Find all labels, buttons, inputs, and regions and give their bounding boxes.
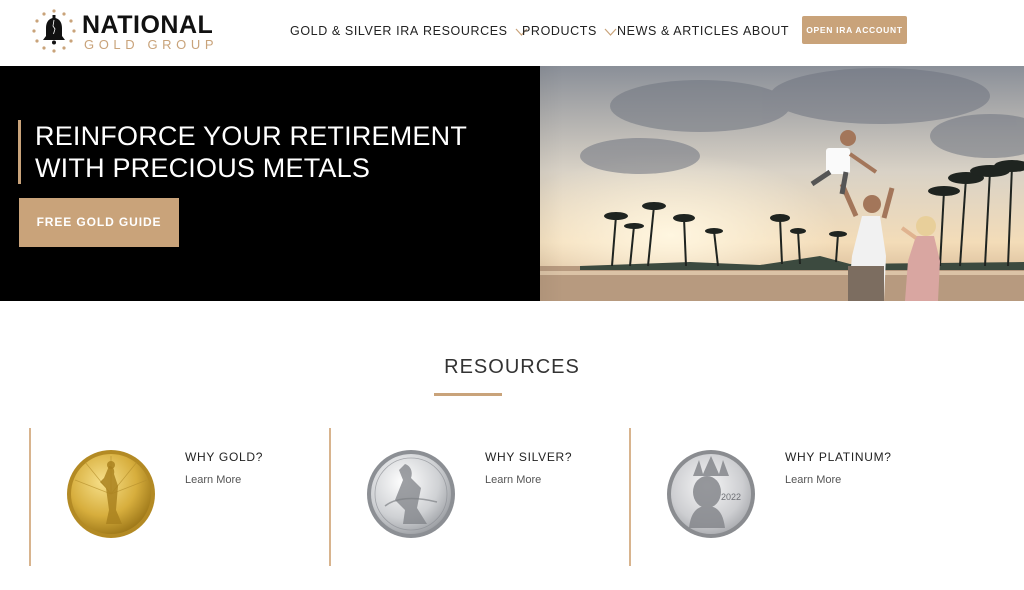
nav-item-label: PRODUCTS (522, 24, 597, 38)
learn-more-link[interactable]: Learn More (485, 474, 541, 486)
nav-item-about[interactable]: ABOUT (743, 24, 789, 38)
card-title: WHY GOLD? (185, 450, 264, 464)
nav-item-label: GOLD & SILVER IRA (290, 24, 419, 38)
coin-year: 2022 (721, 492, 741, 502)
resource-card-gold: WHY GOLD? Learn More (29, 428, 319, 566)
card-accent-bar (629, 428, 631, 566)
nav-item-label: RESOURCES (423, 24, 508, 38)
hero-title-line-1: REINFORCE YOUR RETIREMENT (35, 121, 468, 151)
resources-heading: RESOURCES (444, 356, 580, 378)
main-nav: GOLD & SILVER IRA RESOURCES PRODUCTS NEW… (0, 0, 1024, 66)
nav-item-resources[interactable]: RESOURCES (423, 24, 528, 38)
nav-item-gold-silver-ira[interactable]: GOLD & SILVER IRA (290, 24, 419, 38)
learn-more-link[interactable]: Learn More (185, 474, 241, 486)
hero-title-line-2: WITH PRECIOUS METALS (35, 153, 371, 183)
nav-item-label: NEWS & ARTICLES (617, 24, 739, 38)
resource-card-silver: WHY SILVER? Learn More (329, 428, 619, 566)
card-title: WHY PLATINUM? (785, 450, 892, 464)
nav-item-news-articles[interactable]: NEWS & ARTICLES (617, 24, 739, 38)
card-accent-bar (29, 428, 31, 566)
learn-more-link[interactable]: Learn More (785, 474, 841, 486)
silver-eagle-coin-icon[interactable] (365, 448, 457, 540)
hero-title: REINFORCE YOUR RETIREMENT WITH PRECIOUS … (35, 120, 505, 184)
gold-eagle-coin-icon[interactable] (65, 448, 157, 540)
resources-heading-underline (434, 393, 502, 396)
hero-accent-bar (18, 120, 21, 184)
site-header: NATIONAL GOLD GROUP GOLD & SILVER IRA RE… (0, 0, 1024, 66)
nav-item-label: ABOUT (743, 24, 790, 38)
chevron-down-icon (604, 28, 617, 36)
free-gold-guide-button[interactable]: FREE GOLD GUIDE (19, 198, 179, 247)
nav-item-products[interactable]: PRODUCTS (522, 24, 617, 38)
platinum-liberty-coin-icon[interactable]: 2022 (665, 448, 757, 540)
open-ira-account-button[interactable]: OPEN IRA ACCOUNT (802, 16, 907, 44)
resource-card-platinum: 2022 WHY PLATINUM? Learn More (629, 428, 919, 566)
card-accent-bar (329, 428, 331, 566)
hero-banner: REINFORCE YOUR RETIREMENT WITH PRECIOUS … (0, 66, 1024, 301)
card-title: WHY SILVER? (485, 450, 573, 464)
